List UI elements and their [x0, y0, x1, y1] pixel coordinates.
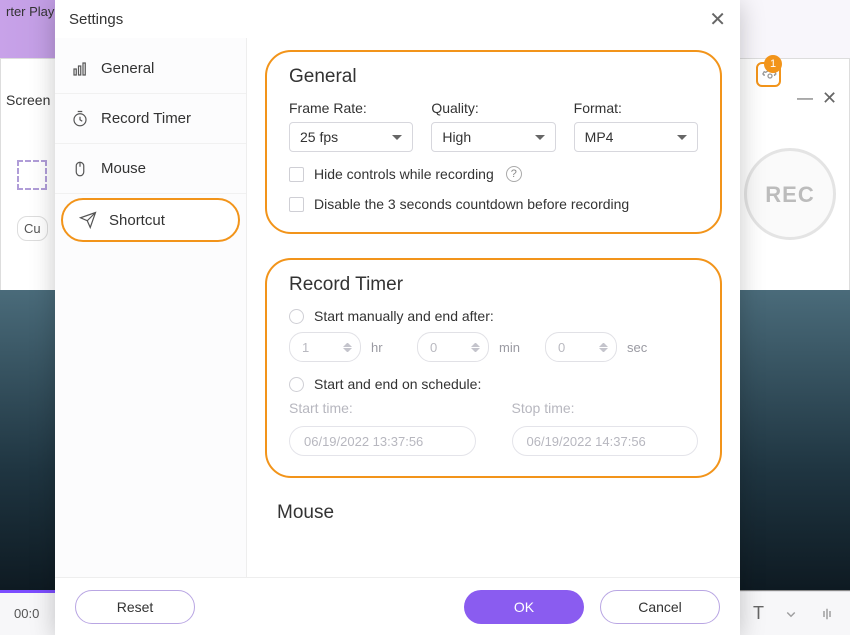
hr-stepper[interactable]: 1: [289, 332, 361, 362]
hide-controls-checkbox[interactable]: [289, 167, 304, 182]
titlebar-fragment: rter Play: [0, 0, 60, 23]
reset-button[interactable]: Reset: [75, 590, 195, 624]
help-icon[interactable]: ?: [506, 166, 522, 182]
sidebar-item-mouse[interactable]: Mouse: [55, 144, 246, 194]
chart-icon: [71, 60, 89, 78]
quality-select[interactable]: High: [431, 122, 555, 152]
section-record-timer: Record Timer Start manually and end afte…: [265, 258, 722, 478]
schedule-label: Start and end on schedule:: [314, 376, 481, 392]
timer-icon: [71, 110, 89, 128]
hr-unit: hr: [371, 340, 407, 355]
sidebar-item-general[interactable]: General: [55, 44, 246, 94]
start-time-input[interactable]: 06/19/2022 13:37:56: [289, 426, 476, 456]
section-title-mouse: Mouse: [277, 502, 710, 524]
sidebar-item-shortcut[interactable]: Shortcut: [61, 198, 240, 242]
min-unit: min: [499, 340, 535, 355]
modal-close-icon[interactable]: ✕: [709, 7, 726, 32]
frame-rate-label: Frame Rate:: [289, 100, 413, 116]
manual-label: Start manually and end after:: [314, 308, 494, 324]
frame-rate-select[interactable]: 25 fps: [289, 122, 413, 152]
cancel-button[interactable]: Cancel: [600, 590, 720, 624]
modal-title: Settings: [69, 11, 123, 28]
settings-modal: Settings ✕ General Record Timer Mouse Sh…: [55, 0, 740, 635]
start-time-label: Start time:: [289, 400, 476, 416]
time-start: 00:0: [14, 606, 39, 621]
hide-controls-label: Hide controls while recording: [314, 166, 494, 182]
sidebar-item-label: Mouse: [101, 160, 146, 177]
text-tool-icon[interactable]: T: [753, 603, 764, 624]
step-badge-1: 1: [764, 55, 782, 73]
minimize-icon[interactable]: —: [797, 90, 813, 108]
settings-sidebar: General Record Timer Mouse Shortcut: [55, 38, 247, 577]
min-stepper[interactable]: 0: [417, 332, 489, 362]
stop-time-input[interactable]: 06/19/2022 14:37:56: [512, 426, 699, 456]
sec-stepper[interactable]: 0: [545, 332, 617, 362]
quality-label: Quality:: [431, 100, 555, 116]
close-icon[interactable]: ✕: [822, 88, 837, 109]
sidebar-item-record-timer[interactable]: Record Timer: [55, 94, 246, 144]
record-button[interactable]: REC: [744, 148, 836, 240]
send-icon: [79, 211, 97, 229]
mouse-icon: [71, 160, 89, 178]
audio-wave-icon[interactable]: [818, 605, 836, 623]
disable-countdown-label: Disable the 3 seconds countdown before r…: [314, 196, 629, 212]
stop-time-label: Stop time:: [512, 400, 699, 416]
disable-countdown-checkbox[interactable]: [289, 197, 304, 212]
sidebar-item-label: Shortcut: [109, 212, 165, 229]
schedule-radio[interactable]: [289, 377, 304, 392]
manual-radio[interactable]: [289, 309, 304, 324]
sidebar-item-label: Record Timer: [101, 110, 191, 127]
format-label: Format:: [574, 100, 698, 116]
caret-down-icon[interactable]: [782, 605, 800, 623]
region-dashed-icon: [17, 160, 47, 190]
section-title: Record Timer: [289, 274, 698, 296]
ok-button[interactable]: OK: [464, 590, 584, 624]
format-select[interactable]: MP4: [574, 122, 698, 152]
screen-label: Screen: [6, 92, 50, 108]
custom-fragment: Cu: [17, 216, 48, 241]
modal-footer: Reset OK Cancel: [55, 577, 740, 635]
modal-titlebar: Settings ✕: [55, 0, 740, 38]
sec-unit: sec: [627, 340, 663, 355]
section-title: General: [289, 66, 698, 88]
settings-content: General Frame Rate: 25 fps Quality: High…: [247, 38, 740, 577]
sidebar-item-label: General: [101, 60, 154, 77]
section-general: General Frame Rate: 25 fps Quality: High…: [265, 50, 722, 234]
